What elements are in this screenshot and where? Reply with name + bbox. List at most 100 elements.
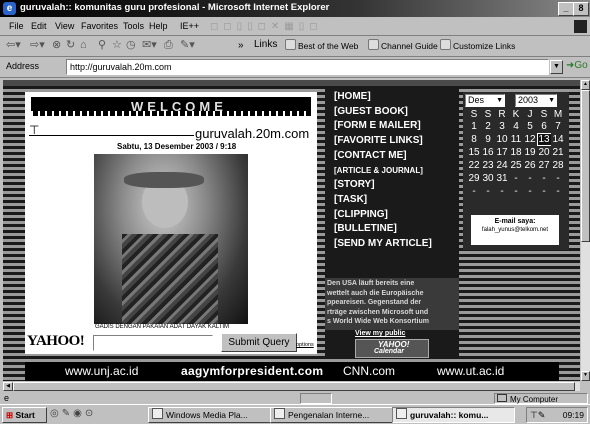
nav-contact-me[interactable]: [CONTACT ME] <box>334 149 432 164</box>
calendar-day[interactable]: 6 <box>537 120 551 133</box>
calendar-day[interactable]: 22 <box>467 159 481 172</box>
calendar-day[interactable]: 4 <box>509 120 523 133</box>
nav-form-emailer[interactable]: [FORM E MAILER] <box>334 119 432 134</box>
calendar-day[interactable]: - <box>551 172 565 185</box>
calendar-day[interactable]: 7 <box>551 120 565 133</box>
calendar-day-selected[interactable]: 13 <box>537 133 551 146</box>
print-icon[interactable]: ⎙ <box>164 38 173 53</box>
maximize-button[interactable]: 8 <box>573 2 589 16</box>
address-dropdown-icon[interactable]: ▼ <box>550 60 563 74</box>
task-guruvalah[interactable]: guruvalah:: komu... <box>392 407 515 423</box>
calendar-day[interactable]: 28 <box>551 159 565 172</box>
calendar-day[interactable]: 16 <box>481 146 495 159</box>
link-unj[interactable]: www.unj.ac.id <box>65 364 138 378</box>
calendar-day[interactable]: 12 <box>523 133 537 146</box>
year-select[interactable]: 2003 ▼ <box>515 94 557 107</box>
refresh-icon[interactable]: ↻ <box>66 38 75 53</box>
menu-help[interactable]: Help <box>149 21 168 31</box>
nav-favorite-links[interactable]: [FAVORITE LINKS] <box>334 134 432 149</box>
calendar-day[interactable]: 29 <box>467 172 481 185</box>
calendar-day[interactable]: - <box>523 185 537 198</box>
scroll-thumb[interactable] <box>581 90 590 242</box>
back-icon[interactable]: ⇦▾ <box>6 38 21 53</box>
calendar-day[interactable]: 8 <box>467 133 481 146</box>
menu-tools[interactable]: Tools <box>123 21 144 31</box>
menu-edit[interactable]: Edit <box>31 21 47 31</box>
mail-icon[interactable]: ✉▾ <box>142 38 157 53</box>
start-button[interactable]: ⊞ Start <box>2 407 47 423</box>
scroll-down-icon[interactable]: ▼ <box>581 371 590 381</box>
search-input[interactable] <box>93 335 213 351</box>
calendar-day[interactable]: 10 <box>495 133 509 146</box>
task-media-player[interactable]: Windows Media Pla... <box>148 407 271 423</box>
edit-icon[interactable]: ✎▾ <box>180 38 195 53</box>
forward-icon[interactable]: ⇨▾ <box>30 38 45 53</box>
calendar-day[interactable]: - <box>523 172 537 185</box>
go-button[interactable]: ➜Go <box>566 60 590 71</box>
calendar-day[interactable]: 1 <box>467 120 481 133</box>
quick-launch-icons[interactable]: ◎✎◉⊙ <box>50 408 96 419</box>
calendar-day[interactable]: 23 <box>481 159 495 172</box>
menu-favorites[interactable]: Favorites <box>81 21 118 31</box>
calendar-day[interactable]: 20 <box>537 146 551 159</box>
menu-ieplusplus[interactable]: IE++ <box>180 21 199 31</box>
favorites-icon[interactable]: ☆ <box>112 38 122 53</box>
nav-bulletine[interactable]: [BULLETINE] <box>334 222 432 237</box>
calendar-day[interactable]: - <box>495 185 509 198</box>
horizontal-scrollbar[interactable]: ◀ <box>3 382 580 391</box>
calendar-day[interactable]: - <box>481 185 495 198</box>
scroll-up-icon[interactable]: ▲ <box>581 80 590 90</box>
calendar-day[interactable]: 9 <box>481 133 495 146</box>
history-icon[interactable]: ◷ <box>126 38 136 53</box>
calendar-day[interactable]: 27 <box>537 159 551 172</box>
link-cnn[interactable]: CNN.com <box>343 364 395 378</box>
calendar-day[interactable]: 2 <box>481 120 495 133</box>
calendar-day[interactable]: 21 <box>551 146 565 159</box>
month-select[interactable]: Des ▼ <box>465 94 505 107</box>
nav-clipping[interactable]: [CLIPPING] <box>334 208 432 223</box>
search-icon[interactable]: ⚲ <box>98 38 106 53</box>
toolbar-chevron-icon[interactable]: » <box>238 38 244 53</box>
nav-article-journal[interactable]: [ARTICLE & JOURNAL] <box>334 164 432 179</box>
email-address[interactable]: falah_yunus@telkom.net <box>471 227 559 233</box>
yahoo-calendar-logo[interactable]: YAHOO! Calendar <box>355 339 429 358</box>
address-input[interactable]: http://guruvalah.20m.com <box>66 59 549 75</box>
menu-view[interactable]: View <box>55 21 74 31</box>
calendar-day[interactable]: 24 <box>495 159 509 172</box>
link-aagym[interactable]: aagymforpresident.com <box>181 364 323 378</box>
calendar-day[interactable]: 3 <box>495 120 509 133</box>
calendar-day[interactable]: 25 <box>509 159 523 172</box>
nav-task[interactable]: [TASK] <box>334 193 432 208</box>
calendar-day[interactable]: - <box>467 185 481 198</box>
yahoo-calendar-badge[interactable]: View my public YAHOO! Calendar <box>325 330 459 358</box>
calendar-day[interactable]: - <box>537 172 551 185</box>
calendar-day[interactable]: - <box>551 185 565 198</box>
calendar-day[interactable]: 30 <box>481 172 495 185</box>
link-channel-guide[interactable]: Channel Guide <box>368 39 438 51</box>
task-pengenalan[interactable]: Pengenalan Interne... <box>270 407 393 423</box>
tray-icons[interactable]: ⊤✎ <box>530 410 545 420</box>
calendar-day[interactable]: 15 <box>467 146 481 159</box>
calendar-day[interactable]: - <box>509 185 523 198</box>
link-customize-links[interactable]: Customize Links <box>440 39 515 51</box>
nav-send-article[interactable]: [SEND MY ARTICLE] <box>334 237 432 252</box>
home-icon[interactable]: ⌂ <box>80 38 87 53</box>
nav-guest-book[interactable]: [GUEST BOOK] <box>334 105 432 120</box>
horizontal-scroll-thumb[interactable] <box>13 382 575 391</box>
calendar-day[interactable]: 31 <box>495 172 509 185</box>
options-link[interactable]: options <box>296 342 314 348</box>
vertical-scrollbar[interactable]: ▲ ▼ <box>581 80 590 381</box>
calendar-day[interactable]: 26 <box>523 159 537 172</box>
submit-query-button[interactable]: Submit Query <box>221 333 297 352</box>
nav-story[interactable]: [STORY] <box>334 178 432 193</box>
menu-file[interactable]: File <box>9 21 24 31</box>
stop-icon[interactable]: ⊗ <box>52 38 61 53</box>
calendar-day[interactable]: 14 <box>551 133 565 146</box>
calendar-day[interactable]: 19 <box>523 146 537 159</box>
calendar-day[interactable]: - <box>509 172 523 185</box>
link-best-of-web[interactable]: Best of the Web <box>285 39 358 51</box>
calendar-day[interactable]: 17 <box>495 146 509 159</box>
calendar-day[interactable]: - <box>537 185 551 198</box>
calendar-day[interactable]: 11 <box>509 133 523 146</box>
link-ut[interactable]: www.ut.ac.id <box>437 364 504 378</box>
